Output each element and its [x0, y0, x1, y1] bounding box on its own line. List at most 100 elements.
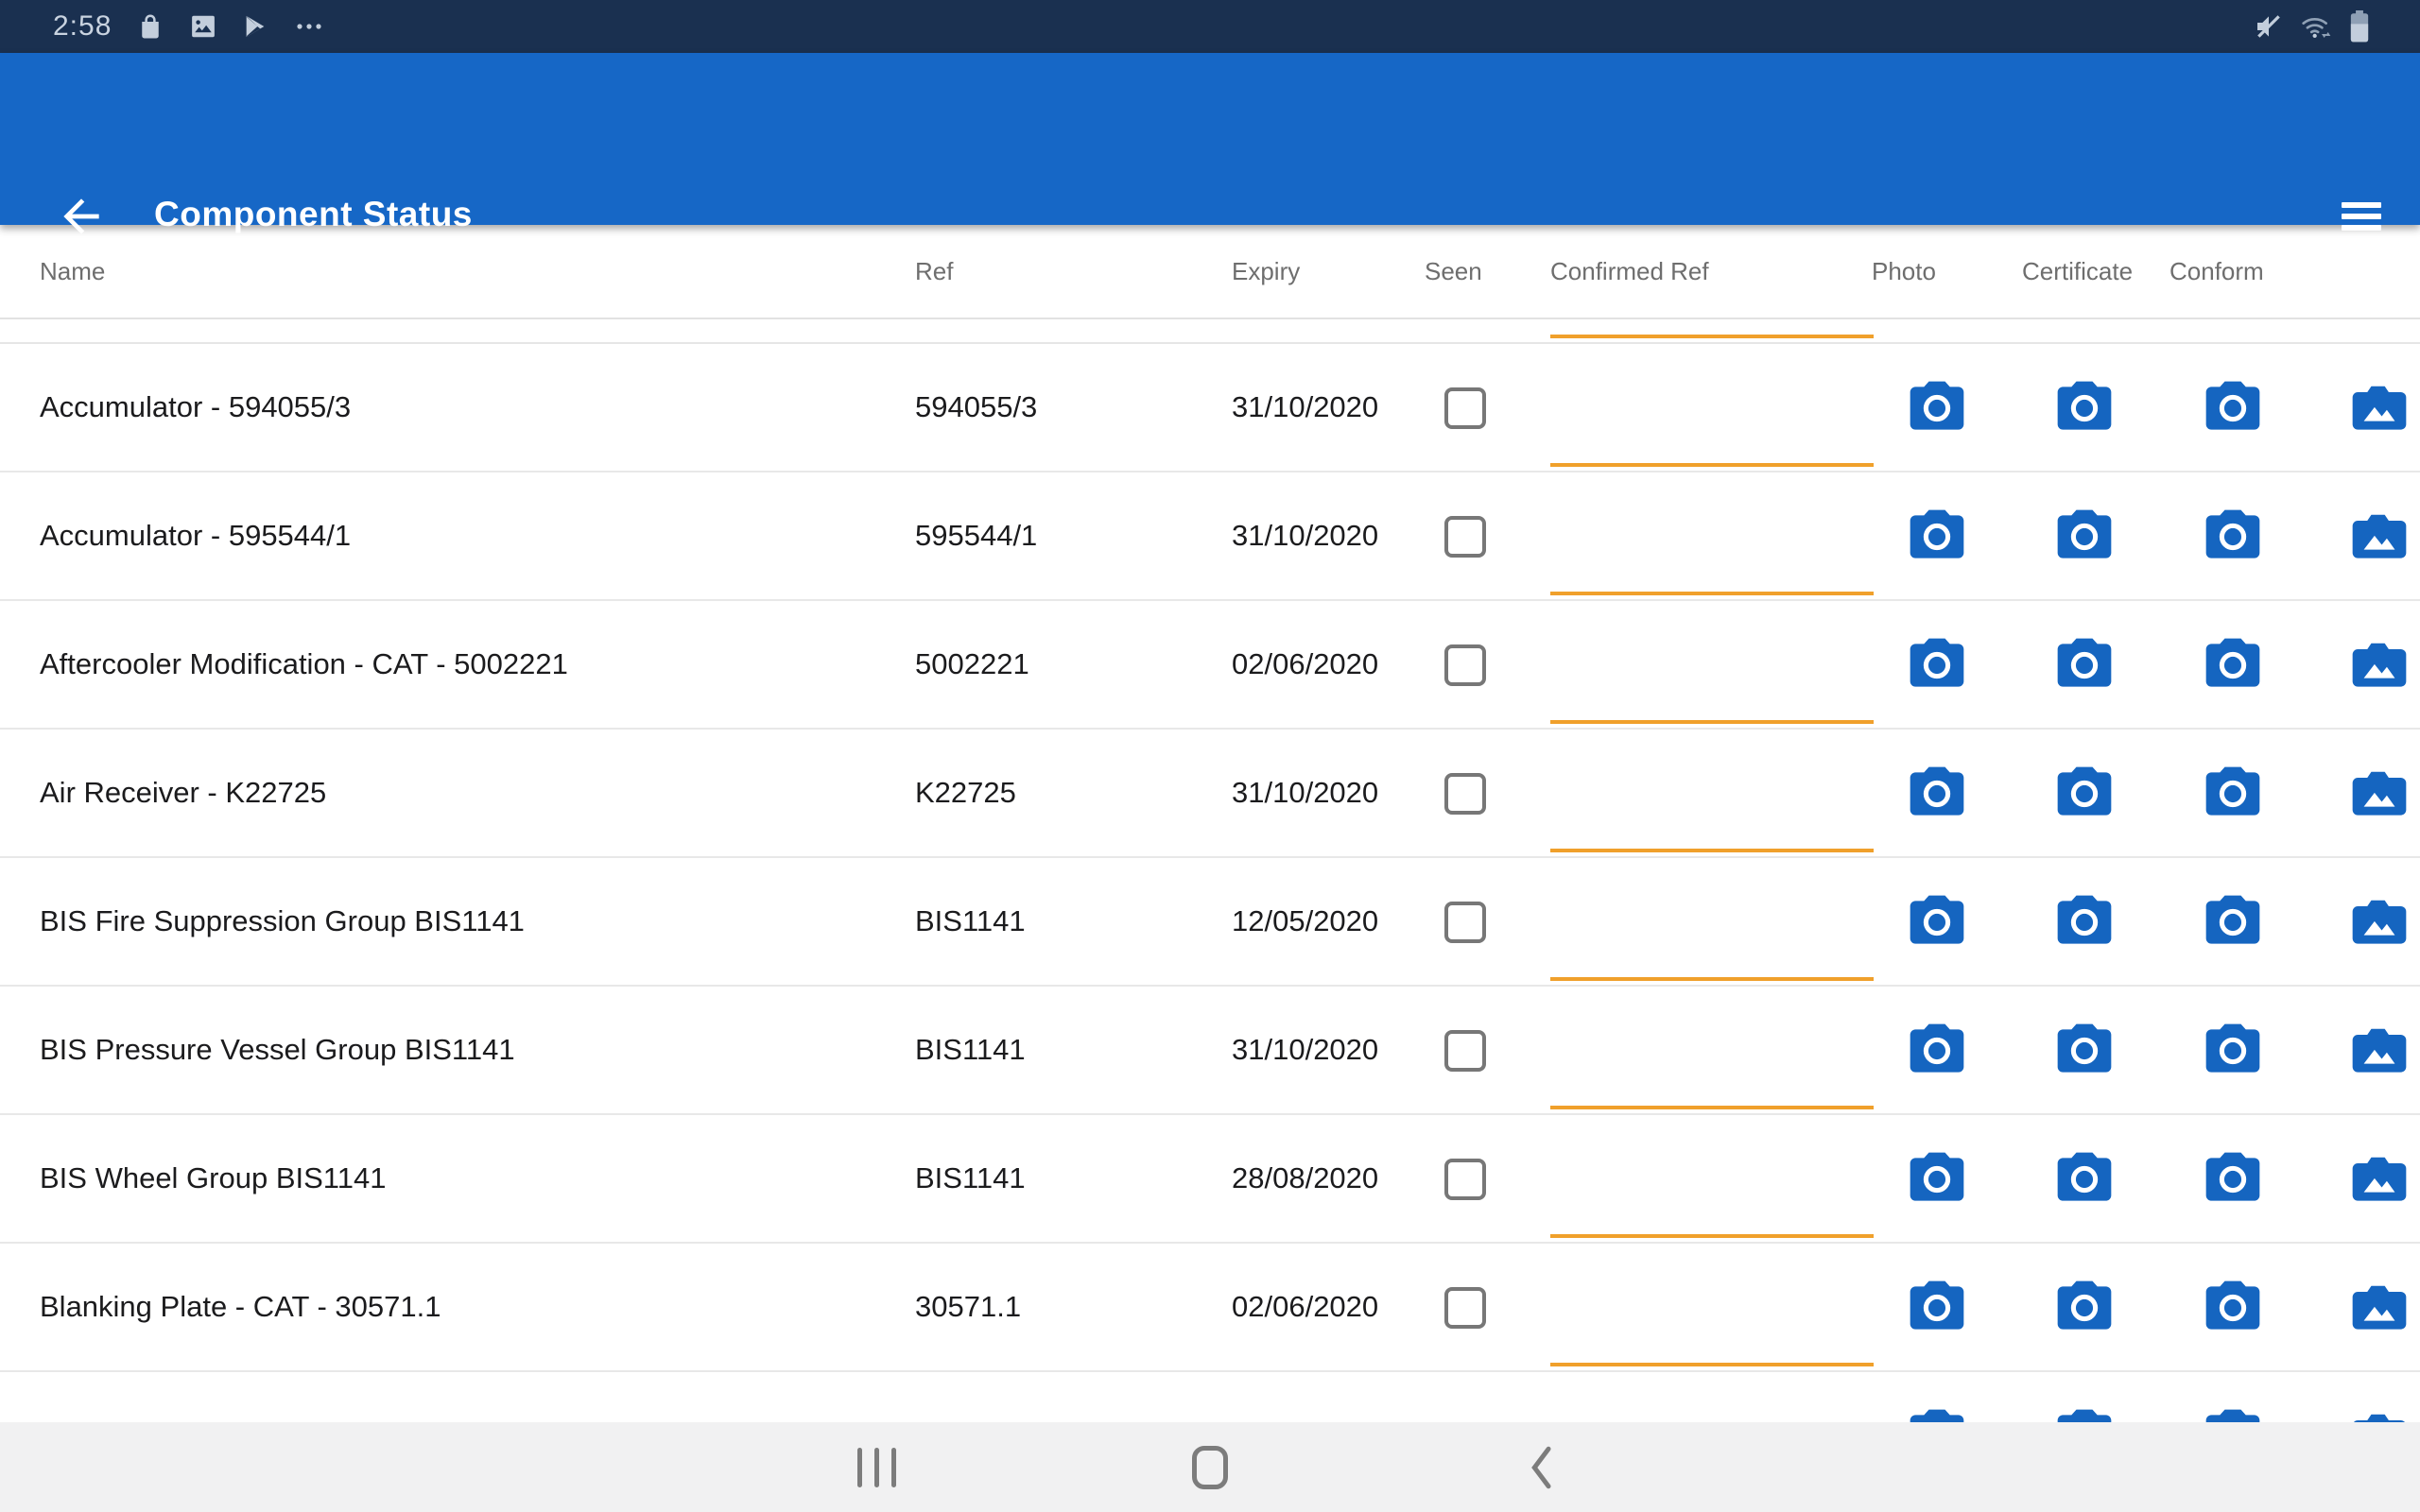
col-header-name: Name	[40, 225, 105, 318]
seen-checkbox[interactable]	[1444, 902, 1486, 943]
status-bar: 2:58	[0, 0, 2420, 53]
clock: 2:58	[53, 10, 112, 43]
photo-camera-icon[interactable]	[1905, 1147, 1969, 1211]
component-status-screen: 2:58	[0, 0, 2420, 1512]
confirmed-ref-underline	[1550, 335, 1874, 338]
status-bar-right	[2254, 10, 2420, 43]
certificate-camera-icon[interactable]	[2052, 1147, 2117, 1211]
table-row: Accumulator - 594055/3 594055/3 31/10/20…	[0, 344, 2420, 472]
gallery-image-icon[interactable]	[2347, 1276, 2411, 1340]
status-bar-left: 2:58	[0, 10, 325, 43]
seen-checkbox[interactable]	[1444, 644, 1486, 686]
bag-icon	[136, 12, 164, 41]
table-row: BIS Wheel Group BIS1141 BIS1141 28/08/20…	[0, 1115, 2420, 1244]
component-ref: BIS1141	[915, 858, 1026, 985]
expiry-date: 31/10/2020	[1232, 987, 1378, 1113]
expiry-date: 02/06/2020	[1232, 1244, 1378, 1370]
conform-camera-icon[interactable]	[2201, 762, 2265, 826]
component-ref: K22725	[915, 730, 1016, 856]
confirmed-ref-input[interactable]	[1550, 401, 1874, 467]
component-ref: 5002221	[915, 601, 1029, 728]
confirmed-ref-input[interactable]	[1550, 1043, 1874, 1109]
partial-row-top	[0, 321, 2420, 344]
conform-camera-icon[interactable]	[2201, 1147, 2265, 1211]
photo-camera-icon[interactable]	[1905, 376, 1969, 440]
gallery-image-icon[interactable]	[2347, 505, 2411, 569]
certificate-camera-icon[interactable]	[2052, 376, 2117, 440]
certificate-camera-icon[interactable]	[2052, 890, 2117, 954]
gallery-image-icon[interactable]	[2347, 890, 2411, 954]
confirmed-ref-input[interactable]	[1550, 658, 1874, 724]
home-button[interactable]	[1153, 1422, 1267, 1512]
table-header: Name Ref Expiry Seen Confirmed Ref Photo…	[0, 225, 2420, 319]
confirmed-ref-input[interactable]	[1550, 915, 1874, 981]
back-icon	[1526, 1445, 1558, 1490]
certificate-camera-icon[interactable]	[2052, 633, 2117, 697]
app-bar: Component Status	[0, 53, 2420, 225]
confirmed-ref-input[interactable]	[1550, 786, 1874, 852]
seen-checkbox[interactable]	[1444, 1159, 1486, 1200]
component-name: BIS Pressure Vessel Group BIS1141	[40, 987, 515, 1113]
seen-checkbox[interactable]	[1444, 1287, 1486, 1329]
gallery-image-icon[interactable]	[2347, 1019, 2411, 1083]
component-name: BIS Fire Suppression Group BIS1141	[40, 858, 525, 985]
seen-checkbox[interactable]	[1444, 1030, 1486, 1072]
nav-back-button[interactable]	[1485, 1422, 1599, 1512]
certificate-camera-icon[interactable]	[2052, 505, 2117, 569]
seen-checkbox[interactable]	[1444, 516, 1486, 558]
component-ref: BIS1141	[915, 1115, 1026, 1242]
mute-icon	[2254, 11, 2284, 42]
photo-camera-icon[interactable]	[1905, 762, 1969, 826]
seen-checkbox[interactable]	[1444, 387, 1486, 429]
photo-camera-icon[interactable]	[1905, 1276, 1969, 1340]
component-table-body: Accumulator - 594055/3 594055/3 31/10/20…	[0, 344, 2420, 1372]
table-row: Accumulator - 595544/1 595544/1 31/10/20…	[0, 472, 2420, 601]
component-name: Air Receiver - K22725	[40, 730, 326, 856]
conform-camera-icon[interactable]	[2201, 890, 2265, 954]
gallery-image-icon[interactable]	[2347, 376, 2411, 440]
table-row: Aftercooler Modification - CAT - 5002221…	[0, 601, 2420, 730]
photo-camera-icon[interactable]	[1905, 1404, 1969, 1422]
recents-icon	[857, 1448, 896, 1487]
col-header-confirmed-ref: Confirmed Ref	[1550, 225, 1709, 318]
col-header-certificate: Certificate	[2022, 225, 2133, 318]
gallery-image-icon[interactable]	[2347, 762, 2411, 826]
component-ref: BIS1141	[915, 987, 1026, 1113]
photo-camera-icon[interactable]	[1905, 1019, 1969, 1083]
conform-camera-icon[interactable]	[2201, 1276, 2265, 1340]
conform-camera-icon[interactable]	[2201, 505, 2265, 569]
component-name: Aftercooler Modification - CAT - 5002221	[40, 601, 568, 728]
photo-camera-icon[interactable]	[1905, 633, 1969, 697]
conform-camera-icon[interactable]	[2201, 376, 2265, 440]
certificate-camera-icon[interactable]	[2052, 1019, 2117, 1083]
expiry-date: 28/08/2020	[1232, 1115, 1378, 1242]
gallery-image-icon[interactable]	[2347, 633, 2411, 697]
gallery-image-icon[interactable]	[2347, 1404, 2411, 1422]
confirmed-ref-input[interactable]	[1550, 1172, 1874, 1238]
home-icon	[1192, 1446, 1228, 1489]
certificate-camera-icon[interactable]	[2052, 1404, 2117, 1422]
component-ref: 30571.1	[915, 1244, 1021, 1370]
conform-camera-icon[interactable]	[2201, 1019, 2265, 1083]
table-row: BIS Fire Suppression Group BIS1141 BIS11…	[0, 858, 2420, 987]
col-header-expiry: Expiry	[1232, 225, 1300, 318]
confirmed-ref-input[interactable]	[1550, 1300, 1874, 1366]
component-ref: 594055/3	[915, 344, 1037, 471]
expiry-date: 31/10/2020	[1232, 344, 1378, 471]
conform-camera-icon[interactable]	[2201, 633, 2265, 697]
component-name: Accumulator - 594055/3	[40, 344, 351, 471]
wifi-icon	[2299, 11, 2333, 42]
gallery-image-icon[interactable]	[2347, 1147, 2411, 1211]
seen-checkbox[interactable]	[1444, 773, 1486, 815]
play-store-icon	[242, 13, 268, 40]
recents-button[interactable]	[820, 1422, 933, 1512]
conform-camera-icon[interactable]	[2201, 1404, 2265, 1422]
android-nav-bar	[0, 1422, 2420, 1512]
certificate-camera-icon[interactable]	[2052, 1276, 2117, 1340]
confirmed-ref-input[interactable]	[1550, 529, 1874, 595]
photo-camera-icon[interactable]	[1905, 505, 1969, 569]
expiry-date: 02/06/2020	[1232, 601, 1378, 728]
component-ref: 595544/1	[915, 472, 1037, 599]
photo-camera-icon[interactable]	[1905, 890, 1969, 954]
certificate-camera-icon[interactable]	[2052, 762, 2117, 826]
